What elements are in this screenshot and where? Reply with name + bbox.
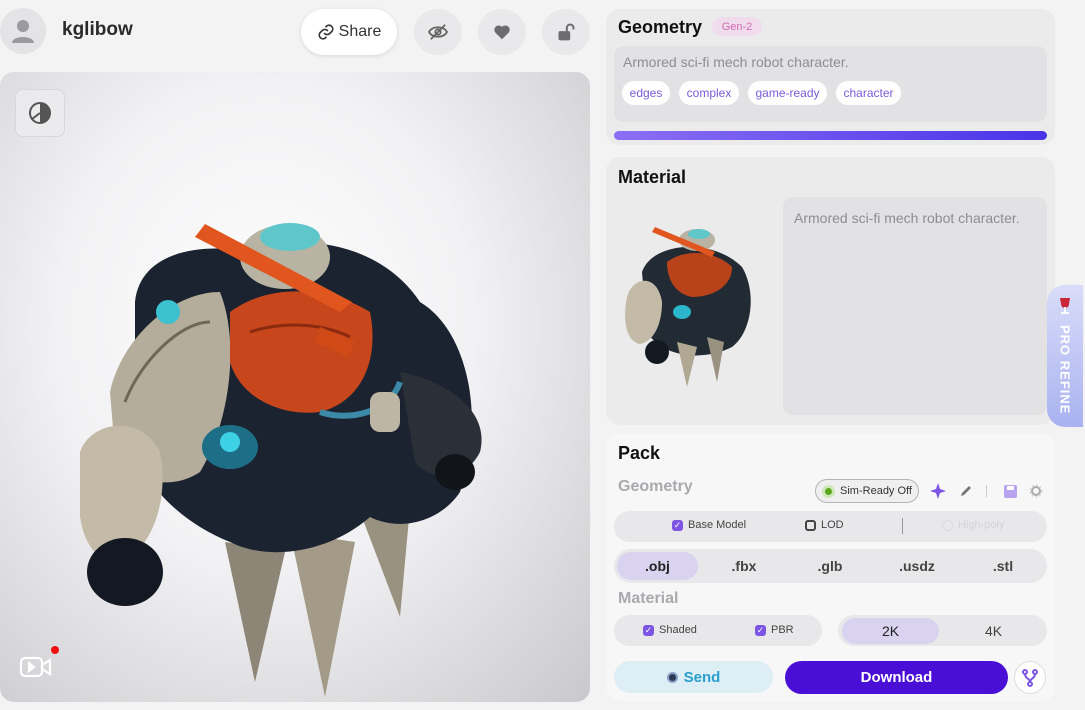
fork-icon: [1022, 668, 1038, 687]
format-stl[interactable]: .stl: [963, 552, 1043, 580]
send-label: Send: [683, 668, 721, 686]
resolution-4k[interactable]: 4K: [945, 618, 1042, 644]
check-icon: ✓: [672, 519, 683, 531]
save-icon: [1003, 484, 1017, 498]
divider: [986, 485, 987, 497]
sim-ready-label: Sim-Ready Off: [840, 485, 912, 497]
lock-button[interactable]: [542, 9, 590, 55]
shaded-label: Shaded: [659, 624, 697, 636]
pack-title: Pack: [618, 443, 661, 463]
send-icon: [666, 671, 678, 683]
sparkle-button[interactable]: [929, 482, 947, 500]
geometry-progress-bar: [614, 131, 1047, 140]
video-icon: [19, 656, 52, 678]
geometry-description: Armored sci-fi mech robot character.: [623, 54, 849, 70]
pack-material-label: Material: [618, 590, 679, 607]
record-video-button[interactable]: [18, 652, 54, 682]
unchecked-box-icon: [805, 519, 816, 531]
resolution-2k[interactable]: 2K: [842, 618, 939, 644]
format-usdz[interactable]: .usdz: [876, 552, 958, 580]
tag-character[interactable]: character: [836, 81, 901, 105]
pro-refine-label: PRO REFINE: [1057, 325, 1073, 415]
shaded-checkbox[interactable]: ✓ Shaded: [643, 624, 697, 636]
robot-model-render: [80, 223, 482, 697]
pbr-label: PBR: [771, 624, 794, 636]
like-button[interactable]: [478, 9, 526, 55]
gear-icon: [1029, 484, 1043, 498]
material-title: Material: [618, 167, 687, 187]
username: kglibow: [62, 19, 133, 40]
heart-icon: [494, 25, 510, 40]
base-model-label: Base Model: [688, 519, 747, 531]
pbr-checkbox[interactable]: ✓ PBR: [755, 624, 794, 636]
format-obj[interactable]: .obj: [617, 552, 698, 580]
contrast-icon: [29, 102, 51, 124]
format-glb[interactable]: .glb: [790, 552, 870, 580]
save-button[interactable]: [1001, 482, 1019, 500]
check-icon: ✓: [643, 624, 654, 636]
check-icon: ✓: [755, 624, 766, 636]
fork-button[interactable]: [1014, 661, 1046, 694]
wine-glass-icon: [1060, 298, 1070, 314]
eye-off-icon: [427, 24, 449, 40]
download-button[interactable]: Download: [785, 661, 1008, 694]
tag-edges[interactable]: edges: [622, 81, 670, 105]
sparkle-icon: [930, 483, 946, 499]
pencil-icon: [961, 486, 971, 496]
pro-refine-tab[interactable]: PRO REFINE: [1047, 285, 1083, 427]
unlock-icon: [558, 23, 575, 41]
format-fbx[interactable]: .fbx: [704, 552, 784, 580]
material-description-box[interactable]: Armored sci-fi mech robot character.: [783, 197, 1047, 415]
disabled-radio-icon: [942, 519, 953, 531]
high-poly-label: High-poly: [958, 519, 1005, 531]
avatar[interactable]: [0, 8, 46, 54]
theme-toggle-button[interactable]: [15, 89, 65, 137]
edit-button[interactable]: [957, 482, 975, 500]
lod-label: LOD: [821, 519, 844, 531]
options-divider: [902, 518, 903, 534]
link-icon: [318, 24, 334, 40]
visibility-button[interactable]: [414, 9, 462, 55]
send-button[interactable]: Send: [614, 661, 773, 693]
geometry-title: Geometry: [618, 17, 703, 37]
pack-geometry-label: Geometry: [618, 478, 693, 495]
settings-button[interactable]: [1027, 482, 1045, 500]
sim-ready-icon: [822, 484, 836, 498]
user-icon: [12, 20, 34, 43]
model-viewer[interactable]: [0, 72, 590, 702]
recording-indicator: [51, 646, 59, 654]
high-poly-checkbox[interactable]: High-poly: [942, 519, 1004, 531]
tag-game-ready[interactable]: game-ready: [748, 81, 827, 105]
base-model-checkbox[interactable]: ✓ Base Model: [672, 519, 746, 531]
tag-complex[interactable]: complex: [679, 81, 739, 105]
lod-checkbox[interactable]: LOD: [805, 519, 844, 531]
sim-ready-toggle[interactable]: Sim-Ready Off: [815, 479, 919, 503]
share-button[interactable]: Share: [301, 9, 397, 55]
share-label: Share: [338, 23, 382, 40]
material-thumbnail: [625, 227, 751, 387]
gen-badge: Gen-2: [712, 17, 762, 36]
material-description: Armored sci-fi mech robot character.: [794, 210, 1020, 226]
geometry-description-box[interactable]: Armored sci-fi mech robot character.: [614, 46, 1047, 122]
